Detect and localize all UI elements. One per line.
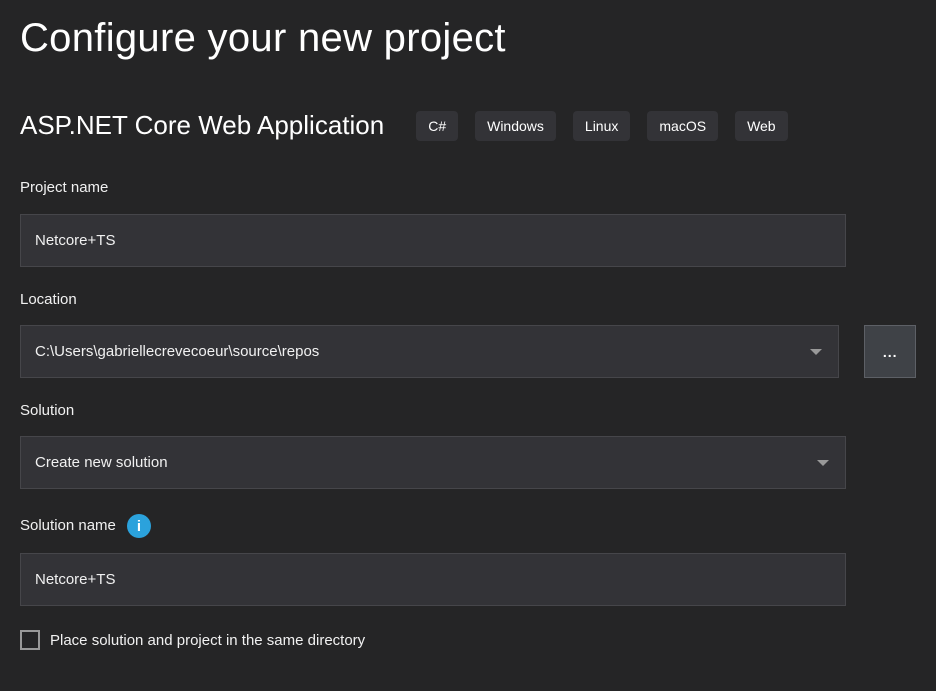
location-label: Location [20,291,916,309]
solution-name-label: Solution name [20,517,116,535]
same-directory-option[interactable]: Place solution and project in the same d… [20,630,916,650]
chevron-down-icon [810,349,822,355]
tag-windows: Windows [475,111,556,141]
browse-button[interactable]: ... [864,325,916,378]
solution-value: Create new solution [35,454,168,471]
solution-name-field: Solution name i [20,513,916,606]
configure-project-dialog: Configure your new project ASP.NET Core … [0,0,936,691]
project-name-input[interactable] [20,214,846,267]
chevron-down-icon [817,460,829,466]
page-title: Configure your new project [20,12,916,64]
solution-name-input[interactable] [20,553,846,606]
template-header: ASP.NET Core Web Application C# Windows … [20,110,916,141]
solution-label: Solution [20,402,916,420]
same-directory-label: Place solution and project in the same d… [50,632,365,649]
solution-combobox[interactable]: Create new solution [20,436,846,489]
location-value: C:\Users\gabriellecrevecoeur\source\repo… [35,343,319,360]
solution-field: Solution Create new solution [20,402,916,489]
tag-web: Web [735,111,788,141]
tag-csharp: C# [416,111,458,141]
location-combobox[interactable]: C:\Users\gabriellecrevecoeur\source\repo… [20,325,839,378]
tag-macos: macOS [647,111,718,141]
info-icon[interactable]: i [127,514,151,538]
project-name-label: Project name [20,179,916,197]
location-field: Location C:\Users\gabriellecrevecoeur\so… [20,291,916,378]
template-tags: C# Windows Linux macOS Web [416,111,787,141]
tag-linux: Linux [573,111,630,141]
same-directory-checkbox[interactable] [20,630,40,650]
project-name-field: Project name [20,179,916,267]
template-name: ASP.NET Core Web Application [20,110,384,141]
